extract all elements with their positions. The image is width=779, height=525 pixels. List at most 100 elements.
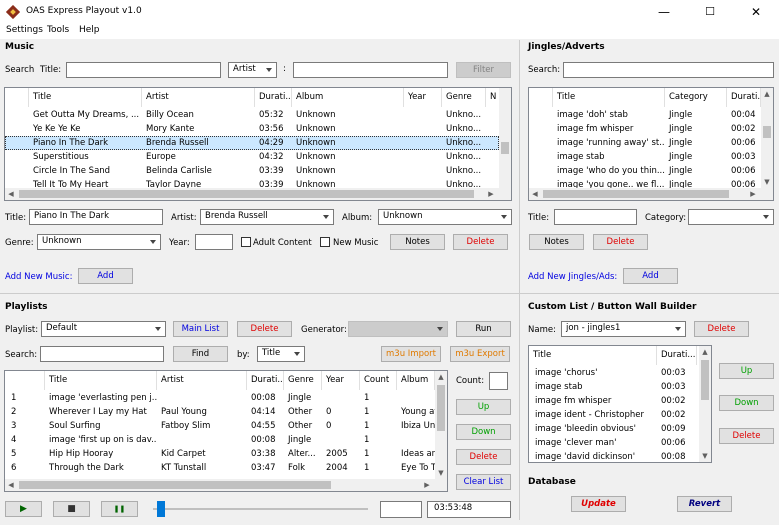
table-cell[interactable]: 4 — [7, 433, 45, 447]
table-cell[interactable]: 04:14 — [247, 405, 284, 419]
table-cell[interactable]: 04:29 — [255, 136, 292, 150]
pause-button[interactable]: ❚❚ — [101, 501, 138, 517]
table-cell[interactable]: image ident - Christopher — [531, 408, 657, 422]
table-cell[interactable]: 1 — [360, 391, 397, 405]
table-cell[interactable]: 04:55 — [247, 419, 284, 433]
table-cell[interactable]: 00:06 — [657, 436, 697, 450]
table-cell[interactable]: Circle In The Sand — [29, 164, 142, 178]
table-cell[interactable]: image 'doh' stab — [553, 108, 665, 122]
table-cell[interactable]: 1 — [360, 433, 397, 447]
table-cell[interactable]: Ye Ke Ye Ke — [29, 122, 142, 136]
add-music-button[interactable]: Add — [78, 268, 133, 284]
table-cell[interactable]: 03:38 — [247, 447, 284, 461]
menu-tools[interactable]: Tools — [47, 25, 69, 35]
table-cell[interactable]: 00:02 — [727, 122, 761, 136]
minimize-button[interactable]: — — [641, 0, 687, 24]
table-cell[interactable]: 00:02 — [657, 394, 697, 408]
table-cell[interactable]: Unknown — [292, 164, 404, 178]
table-cell[interactable] — [404, 136, 442, 150]
volume-slider-track[interactable] — [153, 508, 368, 510]
table-cell[interactable]: Wherever I Lay my Hat — [45, 405, 157, 419]
table-cell[interactable]: image 'running away' st... — [553, 136, 665, 150]
adult-content-checkbox[interactable] — [241, 237, 251, 247]
edit-genre-select[interactable]: Unknown — [37, 234, 161, 250]
playlist-col-title[interactable]: Title — [45, 371, 157, 390]
table-cell[interactable]: 3 — [7, 419, 45, 433]
table-cell[interactable]: 1 — [360, 405, 397, 419]
table-cell[interactable]: 04:32 — [255, 150, 292, 164]
jingles-table[interactable]: Title Category Durati... image 'doh' sta… — [528, 87, 774, 201]
table-cell[interactable] — [322, 433, 360, 447]
playlist-down-button[interactable]: Down — [456, 424, 511, 440]
playlist-delete-button[interactable]: Delete — [237, 321, 292, 337]
table-cell[interactable]: Jingle — [284, 391, 322, 405]
table-cell[interactable]: 2004 — [322, 461, 360, 475]
jingle-category-select[interactable] — [688, 209, 774, 225]
generator-select[interactable] — [348, 321, 448, 337]
table-cell[interactable]: 00:03 — [657, 366, 697, 380]
jingle-notes-button[interactable]: Notes — [529, 234, 584, 250]
add-jingles-button[interactable]: Add — [623, 268, 678, 284]
table-cell[interactable] — [404, 150, 442, 164]
custom-col-duration[interactable]: Durati... — [657, 346, 697, 365]
table-cell[interactable]: 00:02 — [657, 408, 697, 422]
table-cell[interactable]: 6 — [7, 461, 45, 475]
close-button[interactable]: ✕ — [733, 0, 779, 24]
table-cell[interactable]: Unkno... — [442, 164, 486, 178]
music-vscroll[interactable] — [499, 88, 511, 188]
table-cell[interactable]: image stab — [531, 380, 657, 394]
jingle-delete-button[interactable]: Delete — [593, 234, 648, 250]
table-cell[interactable]: 0 — [322, 405, 360, 419]
table-cell[interactable]: 2005 — [322, 447, 360, 461]
playlist-table[interactable]: Title Artist Durati... Genre Year Count … — [4, 370, 448, 492]
table-cell[interactable]: 03:47 — [247, 461, 284, 475]
table-cell[interactable]: Jingle — [284, 433, 322, 447]
table-cell[interactable]: 2 — [7, 405, 45, 419]
edit-album-select[interactable]: Unknown — [378, 209, 512, 225]
table-cell[interactable]: Unkno... — [442, 136, 486, 150]
table-cell[interactable]: 03:56 — [255, 122, 292, 136]
music-hscroll[interactable]: ◀ ▶ — [5, 188, 511, 200]
custom-col-title[interactable]: Title — [529, 346, 657, 365]
table-cell[interactable]: Billy Ocean — [142, 108, 255, 122]
table-cell[interactable]: image 'bleedin obvious' — [531, 422, 657, 436]
menu-help[interactable]: Help — [79, 25, 100, 35]
table-cell[interactable] — [404, 108, 442, 122]
table-cell[interactable]: Ideas and — [397, 447, 435, 461]
custom-name-select[interactable]: jon - jingles1 — [561, 321, 686, 337]
table-cell[interactable] — [404, 122, 442, 136]
playlist-col-count[interactable]: Count — [360, 371, 397, 390]
table-cell[interactable]: 5 — [7, 447, 45, 461]
playlist-hscroll[interactable]: ◀ ▶ — [5, 479, 447, 491]
jingles-col-duration[interactable]: Durati... — [727, 88, 761, 107]
music-col-duration[interactable]: Durati... — [255, 88, 292, 107]
m3u-export-button[interactable]: m3u Export — [450, 346, 510, 362]
table-cell[interactable]: 1 — [360, 461, 397, 475]
table-cell[interactable]: KT Tunstall — [157, 461, 247, 475]
edit-year-input[interactable] — [195, 234, 233, 250]
table-cell[interactable]: 00:08 — [247, 433, 284, 447]
main-list-button[interactable]: Main List — [173, 321, 228, 337]
table-cell[interactable]: 00:03 — [657, 380, 697, 394]
jingle-title-input[interactable] — [554, 209, 637, 225]
table-cell[interactable]: image 'first up on is dav... — [45, 433, 157, 447]
table-cell[interactable]: image 'everlasting pen j... — [45, 391, 157, 405]
custom-delete-button[interactable]: Delete — [694, 321, 749, 337]
music-query-input[interactable] — [293, 62, 448, 78]
table-cell[interactable]: Unknown — [292, 136, 404, 150]
clear-list-button[interactable]: Clear List — [456, 474, 511, 490]
table-cell[interactable]: 0 — [322, 419, 360, 433]
table-cell[interactable]: Brenda Russell — [142, 136, 255, 150]
table-cell[interactable]: 05:32 — [255, 108, 292, 122]
table-cell[interactable]: Superstitious — [29, 150, 142, 164]
table-cell[interactable]: 1 — [360, 447, 397, 461]
table-cell[interactable]: Unknown — [292, 108, 404, 122]
play-button[interactable]: ▶ — [5, 501, 42, 517]
table-cell[interactable]: Fatboy Slim — [157, 419, 247, 433]
table-cell[interactable]: Other — [284, 419, 322, 433]
table-cell[interactable]: 00:03 — [727, 150, 761, 164]
playlist-vscroll[interactable]: ▲ ▼ — [435, 371, 447, 479]
table-cell[interactable]: Kid Carpet — [157, 447, 247, 461]
table-cell[interactable]: 00:06 — [727, 164, 761, 178]
music-table[interactable]: Title Artist Durati... Album Year Genre … — [4, 87, 512, 201]
